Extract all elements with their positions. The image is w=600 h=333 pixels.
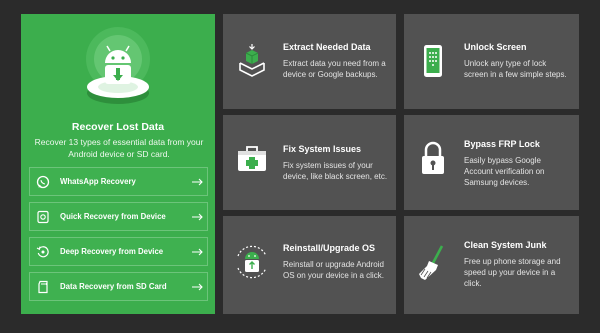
card-description: Reinstall or upgrade Android OS on your …	[283, 260, 384, 280]
card-description: Unlock any type of lock screen in a few …	[464, 59, 567, 79]
sd-card-recovery-button[interactable]: Data Recovery from SD Card	[29, 272, 208, 301]
deep-scan-icon	[30, 245, 56, 259]
arrow-right-icon	[187, 213, 207, 221]
toolkit-icon	[238, 146, 266, 171]
card-title: Reinstall/Upgrade OS	[283, 243, 376, 253]
option-label: Quick Recovery from Device	[60, 212, 166, 221]
option-label: Data Recovery from SD Card	[60, 282, 167, 291]
whatsapp-recovery-button[interactable]: WhatsApp Recovery	[29, 167, 208, 196]
card-description: Easily bypass Google Account verificatio…	[464, 156, 545, 187]
panel-description: Recover 13 types of essential data from …	[34, 137, 204, 159]
option-label: Deep Recovery from Device	[60, 247, 164, 256]
card-title: Unlock Screen	[464, 42, 527, 52]
clean-junk-card[interactable]: Clean System Junk Free up phone storage …	[404, 216, 579, 314]
bypass-frp-card[interactable]: Bypass FRP Lock Easily bypass Google Acc…	[404, 115, 579, 210]
reinstall-os-card[interactable]: Reinstall/Upgrade OS Reinstall or upgrad…	[223, 216, 396, 314]
whatsapp-icon	[30, 175, 56, 189]
deep-recovery-button[interactable]: Deep Recovery from Device	[29, 237, 208, 266]
android-scanner-icon	[86, 27, 150, 104]
card-description: Free up phone storage and speed up your …	[464, 257, 561, 288]
android-upgrade-icon	[237, 245, 267, 279]
arrow-right-icon	[187, 248, 207, 256]
card-title: Extract Needed Data	[283, 42, 371, 52]
card-title: Bypass FRP Lock	[464, 139, 540, 149]
sd-card-icon	[30, 280, 56, 294]
panel-title: Recover Lost Data	[71, 121, 165, 133]
broom-icon	[419, 245, 444, 280]
card-title: Fix System Issues	[283, 144, 362, 154]
option-label: WhatsApp Recovery	[60, 177, 136, 186]
phone-recovery-icon	[30, 210, 56, 224]
fix-system-card[interactable]: Fix System Issues Fix system issues of y…	[223, 115, 396, 210]
arrow-right-icon	[187, 283, 207, 291]
padlock-icon	[422, 141, 444, 174]
extract-box-icon	[239, 44, 265, 77]
extract-data-card[interactable]: Extract Needed Data Extract data you nee…	[223, 14, 396, 109]
quick-recovery-button[interactable]: Quick Recovery from Device	[29, 202, 208, 231]
card-title: Clean System Junk	[464, 240, 547, 250]
unlock-screen-icon	[424, 45, 442, 77]
card-description: Extract data you need from a device or G…	[283, 59, 386, 79]
card-description: Fix system issues of your device, like b…	[283, 161, 388, 181]
recover-lost-data-panel[interactable]: Recover Lost Data Recover 13 types of es…	[21, 14, 215, 314]
arrow-right-icon	[187, 178, 207, 186]
unlock-screen-card[interactable]: Unlock Screen Unlock any type of lock sc…	[404, 14, 579, 109]
